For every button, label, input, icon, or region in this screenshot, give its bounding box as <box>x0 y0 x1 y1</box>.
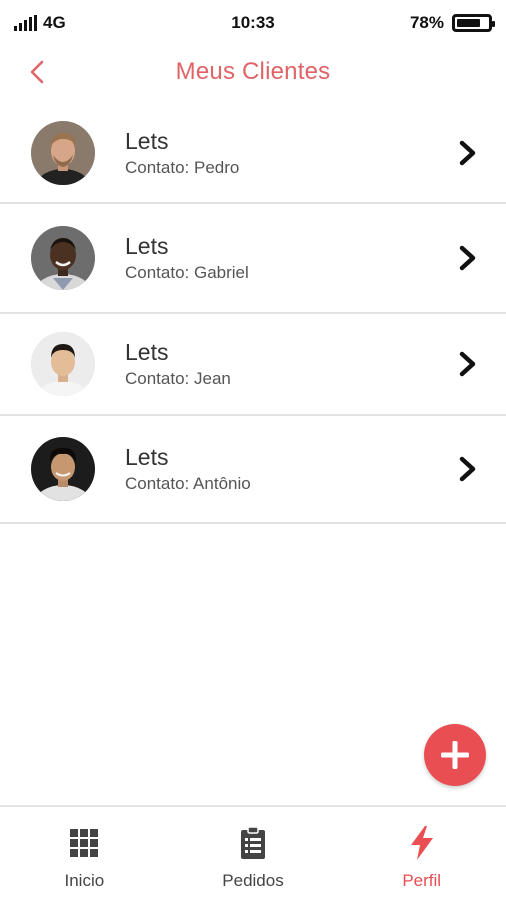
client-contact: Contato: Jean <box>125 369 231 388</box>
client-row[interactable]: Lets Contato: Antônio <box>0 416 506 524</box>
client-list: Lets Contato: Pedro Lets Contato: Gabrie… <box>0 104 506 524</box>
client-contact: Contato: Antônio <box>125 474 251 493</box>
nav-item-inicio[interactable]: Inicio <box>0 807 169 900</box>
client-name: Lets <box>125 339 169 365</box>
network-type: 4G <box>43 13 66 32</box>
status-bar: 4G 10:33 78% <box>0 0 506 46</box>
client-text: Lets Contato: Pedro <box>125 127 239 179</box>
page-title: Meus Clientes <box>175 58 331 85</box>
avatar-photo <box>31 226 95 290</box>
nav-label: Perfil <box>402 871 442 890</box>
grid-icon <box>67 825 101 861</box>
avatar <box>31 437 95 501</box>
chevron-right-icon <box>459 351 476 377</box>
client-contact: Contato: Pedro <box>125 158 240 177</box>
signal-icon <box>14 15 37 31</box>
battery-percent: 78% <box>409 13 444 32</box>
plus-icon <box>441 741 469 769</box>
status-time: 10:33 <box>231 13 275 32</box>
battery-fill <box>457 19 481 27</box>
avatar-photo <box>31 121 95 185</box>
back-button[interactable] <box>22 56 52 88</box>
chevron-right-icon <box>459 456 476 482</box>
client-name: Lets <box>125 233 169 259</box>
nav-item-perfil[interactable]: Perfil <box>337 807 506 900</box>
chevron-right-icon <box>459 140 476 166</box>
avatar <box>31 226 95 290</box>
avatar <box>31 332 95 396</box>
client-row[interactable]: Lets Contato: Pedro <box>0 104 506 204</box>
client-name: Lets <box>125 444 169 470</box>
avatar <box>31 121 95 185</box>
client-text: Lets Contato: Jean <box>125 338 231 390</box>
avatar-photo <box>31 437 95 501</box>
client-text: Lets Contato: Gabriel <box>125 232 249 284</box>
chevron-right-icon <box>459 245 476 271</box>
avatar-photo <box>31 332 95 396</box>
battery-icon <box>452 14 495 32</box>
lightning-icon <box>405 825 439 861</box>
nav-label: Inicio <box>64 871 105 890</box>
add-client-button[interactable] <box>424 724 486 786</box>
client-row[interactable]: Lets Contato: Gabriel <box>0 204 506 314</box>
bottom-nav: Inicio Pedidos Perfil <box>0 805 506 900</box>
client-contact: Contato: Gabriel <box>125 263 249 282</box>
nav-item-pedidos[interactable]: Pedidos <box>169 807 338 900</box>
header: Meus Clientes <box>0 50 506 94</box>
client-text: Lets Contato: Antônio <box>125 443 251 495</box>
client-row[interactable]: Lets Contato: Jean <box>0 314 506 416</box>
status-right: 78% <box>409 13 495 33</box>
client-name: Lets <box>125 128 169 154</box>
chevron-left-icon <box>30 60 44 84</box>
nav-label: Pedidos <box>222 871 284 890</box>
status-left: 4G <box>14 13 66 33</box>
clipboard-icon <box>236 825 270 861</box>
